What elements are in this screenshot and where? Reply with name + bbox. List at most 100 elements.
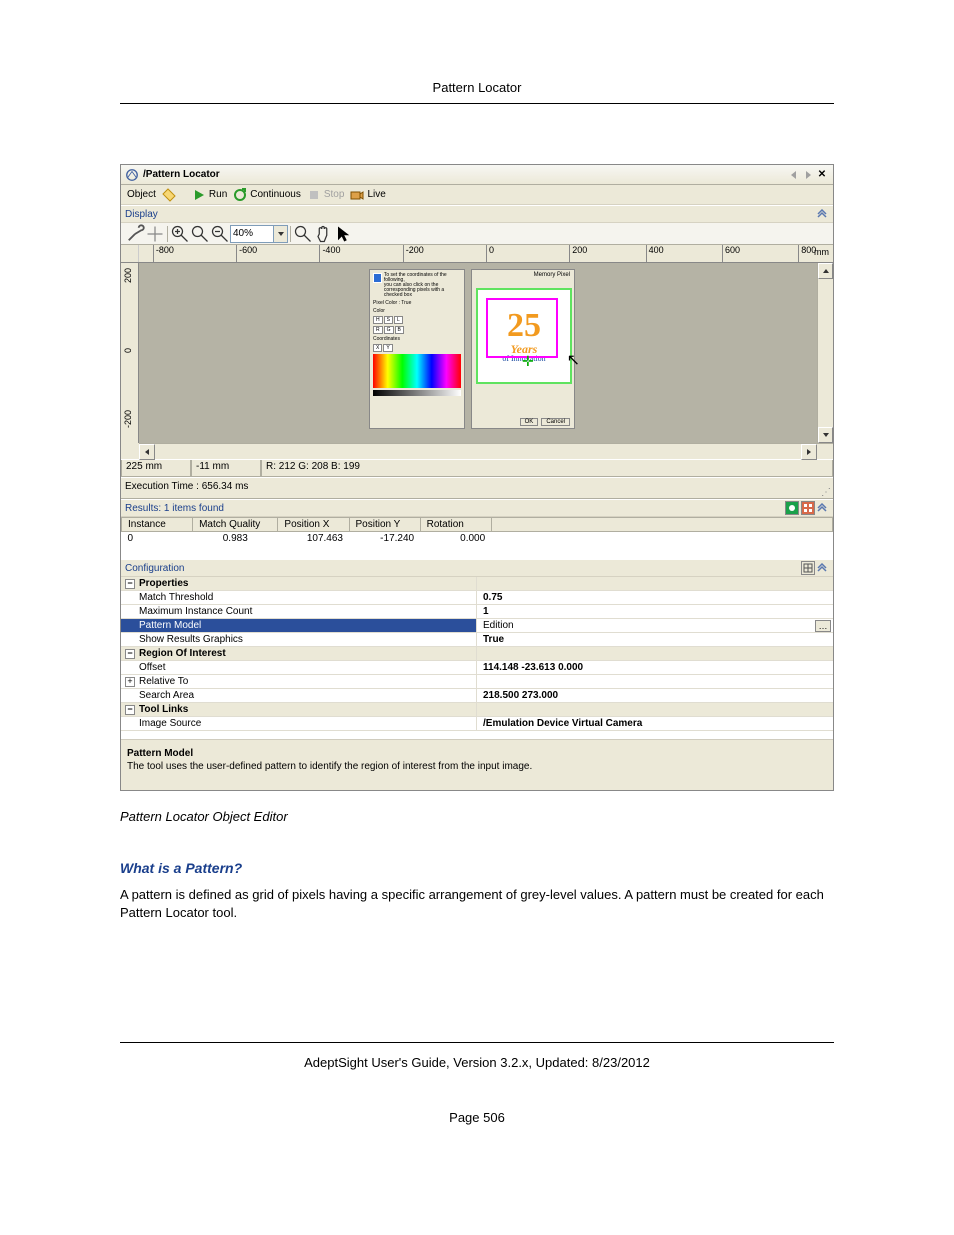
group-roi[interactable]: −Region Of Interest xyxy=(121,647,833,661)
center-marker: ✛ xyxy=(522,354,534,371)
prop-image-source[interactable]: Image Source /Emulation Device Virtual C… xyxy=(121,717,833,731)
vertical-scrollbar[interactable] xyxy=(817,263,833,443)
tools-icon[interactable] xyxy=(125,224,145,244)
app-window: /Pattern Locator ✕ Object Run Continuous… xyxy=(120,164,834,791)
info-text: To set the coordinates of the following,… xyxy=(384,273,461,298)
main-toolbar: Object Run Continuous Stop Live xyxy=(121,185,833,205)
inner-selection[interactable] xyxy=(486,298,558,358)
memory-label: Memory Pixel xyxy=(534,272,570,278)
ruler-tick: -800 xyxy=(153,245,213,262)
coords-label: Coordinates xyxy=(373,336,461,342)
group-properties[interactable]: −Properties xyxy=(121,577,833,591)
magnify-icon[interactable] xyxy=(293,224,313,244)
ruler-unit: mm xyxy=(814,247,829,257)
collapse-display-button[interactable] xyxy=(815,207,829,221)
expander-icon[interactable]: − xyxy=(125,705,135,715)
hand-icon[interactable] xyxy=(313,224,333,244)
display-toolbar xyxy=(121,223,833,245)
results-section-header: Results: 1 items found xyxy=(121,499,833,517)
zoom-dropdown[interactable] xyxy=(274,225,288,243)
cycle-icon xyxy=(233,188,247,202)
configuration-grid: −Properties Match Threshold 0.75 Maximum… xyxy=(121,577,833,739)
prop-max-instance-count[interactable]: Maximum Instance Count 1 xyxy=(121,605,833,619)
expander-icon[interactable]: − xyxy=(125,579,135,589)
tag-icon[interactable] xyxy=(162,188,176,202)
col-match-quality[interactable]: Match Quality xyxy=(193,518,278,532)
coords-row: X Y xyxy=(373,344,461,352)
col-position-y[interactable]: Position Y xyxy=(349,518,420,532)
configuration-section-header: Configuration xyxy=(121,559,833,577)
pattern-roi[interactable]: 25 Years of Innovation ✛ ↖ xyxy=(476,288,572,384)
hue-gradient[interactable] xyxy=(373,354,461,388)
prop-match-threshold[interactable]: Match Threshold 0.75 xyxy=(121,591,833,605)
table-row[interactable]: 0 0.983 107.463 -17.240 0.000 xyxy=(122,532,833,546)
prop-show-results-graphics[interactable]: Show Results Graphics True xyxy=(121,633,833,647)
scroll-up-button[interactable] xyxy=(818,263,833,279)
run-button[interactable]: Run xyxy=(192,188,227,202)
status-y: -11 mm xyxy=(191,460,261,477)
prop-pattern-model[interactable]: Pattern Model Edition … xyxy=(121,619,833,633)
titlebar: /Pattern Locator ✕ xyxy=(121,165,833,185)
scroll-down-button[interactable] xyxy=(818,427,833,443)
col-instance[interactable]: Instance xyxy=(122,518,193,532)
image-canvas[interactable]: To set the coordinates of the following,… xyxy=(139,263,817,443)
group-tool-links[interactable]: −Tool Links xyxy=(121,703,833,717)
mouse-cursor-icon: ↖ xyxy=(567,350,580,370)
close-button[interactable]: ✕ xyxy=(817,170,827,180)
stop-icon xyxy=(307,188,321,202)
collapse-results-button[interactable] xyxy=(815,501,829,515)
help-title: Pattern Model xyxy=(127,748,827,759)
scroll-left-button[interactable] xyxy=(139,444,155,460)
browse-button[interactable]: … xyxy=(815,620,831,632)
prop-offset[interactable]: Offset 114.148 -23.613 0.000 xyxy=(121,661,833,675)
collapse-config-button[interactable] xyxy=(815,561,829,575)
info-icon xyxy=(373,273,382,283)
zoom-out-icon[interactable] xyxy=(210,224,230,244)
camera-icon xyxy=(350,188,364,202)
ruler-tick: 0 xyxy=(123,348,133,353)
expander-icon[interactable]: + xyxy=(125,677,135,687)
cell: 0.000 xyxy=(420,532,491,546)
prop-search-area[interactable]: Search Area 218.500 273.000 xyxy=(121,689,833,703)
object-menu[interactable]: Object xyxy=(127,189,156,200)
horizontal-ruler: -800 -600 -400 -200 0 200 400 600 800 mm xyxy=(121,245,833,263)
color-hsl-row: H S L xyxy=(373,316,461,324)
ruler-tick: -200 xyxy=(123,410,133,428)
help-text: The tool uses the user-defined pattern t… xyxy=(127,761,827,772)
live-button[interactable]: Live xyxy=(350,188,385,202)
cancel-button[interactable]: Cancel xyxy=(541,418,570,426)
crosshair-icon[interactable] xyxy=(145,224,165,244)
ruler-tick: -400 xyxy=(319,245,379,262)
nav-forward-button[interactable] xyxy=(803,170,813,180)
ruler-tick: 0 xyxy=(486,245,546,262)
col-position-x[interactable]: Position X xyxy=(278,518,349,532)
status-bar: 225 mm -11 mm R: 212 G: 208 B: 199 xyxy=(121,459,833,477)
vertical-ruler: 200 0 -200 xyxy=(121,263,139,443)
window-title: /Pattern Locator xyxy=(143,169,220,180)
ruler-tick: 400 xyxy=(646,245,706,262)
status-rgb: R: 212 G: 208 B: 199 xyxy=(261,460,833,477)
prop-relative-to[interactable]: + Relative To xyxy=(121,675,833,689)
ruler-tick: 200 xyxy=(123,268,133,283)
resize-grip-icon[interactable]: ⋰ xyxy=(821,487,831,498)
ruler-tick: -200 xyxy=(403,245,463,262)
zoom-input[interactable] xyxy=(230,225,274,243)
zoom-in-icon[interactable] xyxy=(170,224,190,244)
nav-back-button[interactable] xyxy=(789,170,799,180)
config-grid-icon[interactable] xyxy=(801,561,815,575)
col-rotation[interactable]: Rotation xyxy=(420,518,491,532)
pointer-icon[interactable] xyxy=(333,224,353,244)
continuous-button[interactable]: Continuous xyxy=(233,188,301,202)
page-number: Page 506 xyxy=(120,1110,834,1125)
results-view-green-icon[interactable] xyxy=(785,501,799,515)
lightness-slider[interactable] xyxy=(373,390,461,396)
display-section-header: Display xyxy=(121,205,833,223)
results-table: Instance Match Quality Position X Positi… xyxy=(121,517,833,545)
horizontal-scrollbar[interactable] xyxy=(139,443,817,459)
scroll-right-button[interactable] xyxy=(801,444,817,460)
ok-button[interactable]: OK xyxy=(520,418,539,426)
expander-icon[interactable]: − xyxy=(125,649,135,659)
results-view-grid-icon[interactable] xyxy=(801,501,815,515)
section-heading: What is a Pattern? xyxy=(120,860,834,876)
zoom-reset-icon[interactable] xyxy=(190,224,210,244)
